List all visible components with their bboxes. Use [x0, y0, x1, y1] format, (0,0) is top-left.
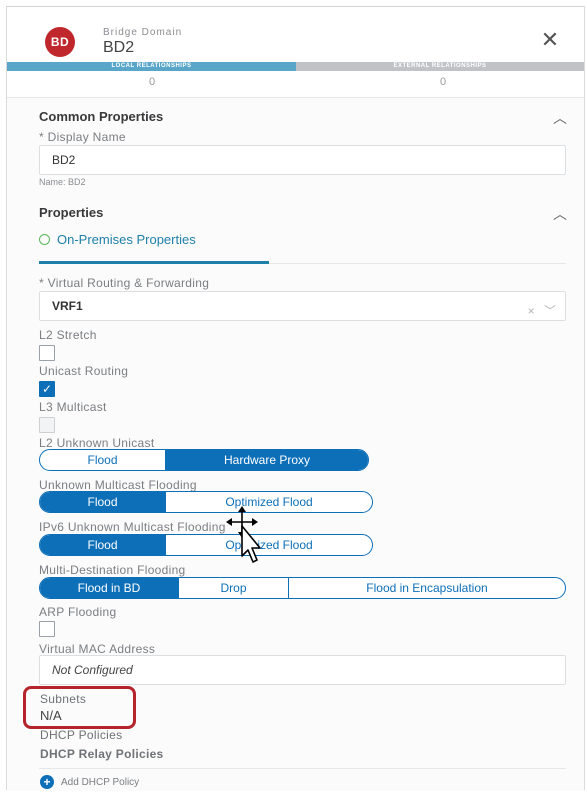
chevron-down-icon[interactable]: ﹀ [544, 304, 556, 318]
add-dhcp-policy-label: Add DHCP Policy [61, 776, 140, 788]
l2-unknown-unicast-hardware-proxy[interactable]: Hardware Proxy [165, 450, 368, 470]
external-relationships-count: 0 [439, 76, 447, 88]
object-title: BD2 [103, 39, 135, 56]
chevron-up-icon[interactable]: ︿ [553, 108, 567, 128]
tab-local-relationships[interactable]: LOCAL RELATIONSHIPS [7, 62, 296, 71]
unicast-routing-label: Unicast Routing [39, 364, 129, 378]
ipv6-unknown-multicast-flood[interactable]: Flood [40, 535, 165, 555]
dhcp-policies-label: DHCP Policies [40, 728, 123, 742]
on-premises-tab[interactable]: On-Premises Properties [39, 232, 196, 247]
object-type-label: Bridge Domain [103, 27, 183, 38]
dhcp-relay-policies-label: DHCP Relay Policies [40, 747, 164, 761]
unicast-routing-checkbox[interactable]: ✓ [39, 381, 55, 397]
ipv6-unknown-multicast-label: IPv6 Unknown Multicast Flooding [39, 520, 226, 534]
unknown-multicast-optimized-flood[interactable]: Optimized Flood [165, 492, 372, 512]
panel-header: BD Bridge Domain BD2 ✕ [7, 6, 584, 63]
multi-destination-label: Multi-Destination Flooding [39, 563, 186, 577]
bridge-domain-panel: BD Bridge Domain BD2 ✕ LOCAL RELATIONSHI… [6, 6, 585, 791]
unknown-multicast-label: Unknown Multicast Flooding [39, 478, 197, 492]
arp-flooding-label: ARP Flooding [39, 605, 117, 619]
bridge-domain-badge: BD [45, 27, 75, 57]
plus-icon: + [40, 775, 54, 789]
l3-multicast-checkbox[interactable] [39, 417, 55, 433]
tab-divider [269, 263, 566, 264]
check-circle-icon [39, 234, 50, 245]
display-name-label: * Display Name [39, 130, 126, 144]
multi-destination-drop[interactable]: Drop [178, 578, 288, 598]
vrf-label: * Virtual Routing & Forwarding [39, 276, 210, 290]
l3-multicast-label: L3 Multicast [39, 400, 107, 414]
local-relationships-count: 0 [148, 76, 156, 88]
virtual-mac-label: Virtual MAC Address [39, 642, 156, 656]
unknown-multicast-toggle: Flood Optimized Flood [39, 491, 373, 513]
l2-stretch-checkbox[interactable] [39, 345, 55, 361]
display-name-input[interactable]: BD2 [39, 145, 566, 175]
close-icon[interactable]: ✕ [540, 29, 560, 51]
on-premises-label: On-Premises Properties [57, 232, 196, 247]
ipv6-unknown-multicast-toggle: Flood Optimized Flood [39, 534, 373, 556]
unknown-multicast-flood[interactable]: Flood [40, 492, 165, 512]
virtual-mac-input[interactable]: Not Configured [39, 655, 566, 685]
chevron-up-icon[interactable]: ︿ [553, 204, 567, 224]
ipv6-unknown-multicast-optimized-flood[interactable]: Optimized Flood [165, 535, 372, 555]
subnets-highlight-box [23, 686, 136, 729]
l2-unknown-unicast-toggle: Flood Hardware Proxy [39, 449, 369, 471]
vrf-select[interactable]: VRF1 [39, 291, 566, 321]
multi-destination-flood-in-encapsulation[interactable]: Flood in Encapsulation [288, 578, 565, 598]
dhcp-divider [39, 768, 566, 769]
l2-unknown-unicast-flood[interactable]: Flood [40, 450, 165, 470]
l2-stretch-label: L2 Stretch [39, 328, 97, 342]
add-dhcp-policy-button[interactable]: + Add DHCP Policy [40, 775, 139, 789]
name-hint: Name: BD2 [39, 177, 86, 187]
properties-title: Properties [39, 205, 104, 220]
vrf-select-icons: × ﹀ [528, 302, 556, 319]
tab-external-relationships[interactable]: EXTERNAL RELATIONSHIPS [296, 62, 584, 71]
common-properties-title: Common Properties [39, 109, 164, 124]
relationship-tabs: LOCAL RELATIONSHIPS EXTERNAL RELATIONSHI… [7, 62, 584, 71]
multi-destination-toggle: Flood in BD Drop Flood in Encapsulation [39, 577, 566, 599]
clear-icon[interactable]: × [528, 304, 535, 318]
l2-unknown-unicast-label: L2 Unknown Unicast [39, 436, 155, 450]
on-premises-active-underline [39, 261, 269, 264]
multi-destination-flood-in-bd[interactable]: Flood in BD [40, 578, 178, 598]
relationship-counts: 0 0 [7, 71, 584, 97]
arp-flooding-checkbox[interactable] [39, 621, 55, 637]
